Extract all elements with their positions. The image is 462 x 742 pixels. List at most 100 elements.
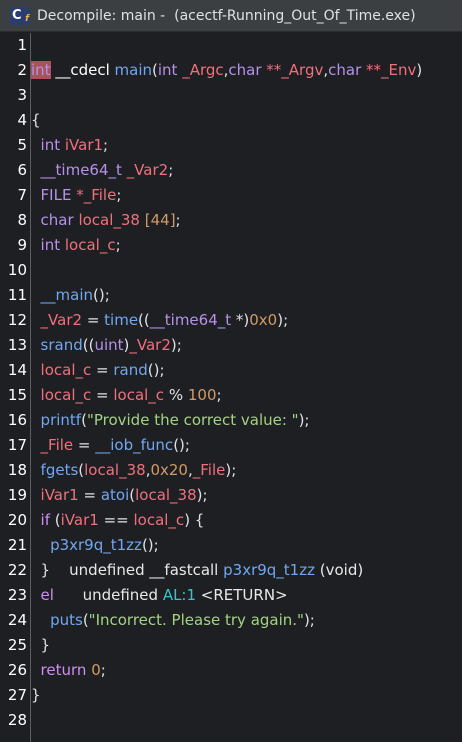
call-iob-func[interactable]: __iob_func: [95, 436, 173, 454]
var-local-c[interactable]: local_c: [41, 386, 92, 404]
var-var2[interactable]: _Var2: [41, 311, 83, 329]
param-type-char[interactable]: char: [328, 61, 361, 79]
line-number: 1: [17, 36, 27, 54]
var-var2[interactable]: _Var2: [129, 336, 171, 354]
keyword-if[interactable]: if: [41, 511, 50, 529]
var-ivar1[interactable]: iVar1: [41, 486, 79, 504]
var-local-c[interactable]: local_c: [133, 511, 184, 529]
var-file[interactable]: _File: [193, 461, 226, 479]
param-argc[interactable]: _Argc: [177, 61, 223, 79]
cast-type[interactable]: uint: [94, 336, 123, 354]
return-type-int[interactable]: int: [31, 61, 51, 79]
code-listing[interactable]: int __cdecl main(int _Argc,char **_Argv,…: [31, 33, 462, 742]
call-printf[interactable]: printf: [41, 411, 82, 429]
code-line-18[interactable]: fgets(local_38,0x20,_File);: [31, 458, 462, 483]
call-puts[interactable]: puts: [50, 611, 83, 629]
code-line-19[interactable]: iVar1 = atoi(local_38);: [31, 483, 462, 508]
assign-op: =: [91, 361, 114, 379]
semicolon: ;: [116, 186, 122, 204]
call-p3xr9q-t1zz[interactable]: p3xr9q_t1zz: [50, 536, 142, 554]
number-literal: 100: [187, 386, 217, 404]
semicolon: ;: [175, 211, 181, 229]
call-time[interactable]: time: [104, 311, 138, 329]
var-local-38[interactable]: local_38: [84, 461, 146, 479]
window-title: Decompile: main - (acectf-Running_Out_Of…: [37, 8, 416, 24]
line-number-list: 1 2 3 4 5 6 7 8 9 10 11 12 13 14 15 16 17 18 19 20 21 22 23 24 2…: [0, 33, 27, 733]
keyword-return[interactable]: return: [41, 661, 87, 679]
call-fgets[interactable]: fgets: [41, 461, 79, 479]
code-line-20[interactable]: if (iVar1 == local_c) {: [31, 508, 462, 533]
var-local-c[interactable]: local_c: [41, 361, 92, 379]
call-atoi[interactable]: atoi: [101, 486, 129, 504]
code-line-9[interactable]: int local_c;: [31, 233, 462, 258]
code-line-12[interactable]: _Var2 = time((__time64_t *)0x0);: [31, 308, 462, 333]
code-line-3[interactable]: [31, 83, 462, 108]
decl-type[interactable]: __time64_t: [41, 161, 122, 179]
call-rand[interactable]: rand: [113, 361, 147, 379]
var-local-c[interactable]: local_c: [113, 386, 164, 404]
decl-var-ivar1[interactable]: iVar1: [60, 136, 103, 154]
code-line-26[interactable]: return 0;: [31, 658, 462, 683]
function-name-main[interactable]: main: [115, 61, 152, 79]
code-line-15[interactable]: local_c = local_c % 100;: [31, 383, 462, 408]
tooltip-register: AL:1: [162, 586, 197, 604]
line-number: 21: [7, 536, 27, 554]
tooltip-return-label: <RETURN>: [196, 586, 288, 604]
line-number: 9: [17, 236, 27, 254]
code-line-24[interactable]: puts("Incorrect. Please try again.");: [31, 608, 462, 633]
cast-type[interactable]: __time64_t: [150, 311, 231, 329]
decl-type[interactable]: int: [41, 236, 61, 254]
param-argv[interactable]: **_Argv: [262, 61, 323, 79]
call-main[interactable]: __main: [41, 286, 93, 304]
var-ivar1[interactable]: iVar1: [61, 511, 99, 529]
line-number: 5: [17, 136, 27, 154]
brace-open: {: [31, 111, 41, 129]
decompiler-icon: Cf: [10, 7, 30, 25]
assign-op: =: [78, 486, 101, 504]
var-file[interactable]: _File: [41, 436, 74, 454]
code-line-25[interactable]: }: [31, 633, 462, 658]
code-line-14[interactable]: local_c = rand();: [31, 358, 462, 383]
decl-type[interactable]: int: [41, 136, 61, 154]
code-line-1[interactable]: [31, 33, 462, 58]
code-line-11[interactable]: __main();: [31, 283, 462, 308]
call-end: );: [170, 336, 182, 354]
code-line-5[interactable]: int iVar1;: [31, 133, 462, 158]
code-line-13[interactable]: srand((uint)_Var2);: [31, 333, 462, 358]
decl-type[interactable]: char: [41, 211, 74, 229]
code-line-23[interactable]: el undefined AL:1 <RETURN>: [31, 583, 462, 608]
string-literal: "Incorrect. Please try again.": [88, 611, 304, 629]
decl-var-local-38[interactable]: local_38: [74, 211, 145, 229]
line-number: 10: [7, 261, 27, 279]
decl-var-local-c[interactable]: local_c: [60, 236, 116, 254]
code-line-28[interactable]: [31, 708, 462, 733]
decl-var-file[interactable]: *_File: [71, 186, 116, 204]
code-line-7[interactable]: FILE *_File;: [31, 183, 462, 208]
code-line-6[interactable]: __time64_t _Var2;: [31, 158, 462, 183]
line-number: 18: [7, 461, 27, 479]
decl-var-var2[interactable]: _Var2: [122, 161, 169, 179]
call-srand[interactable]: srand: [41, 336, 83, 354]
param-env[interactable]: **_Env: [361, 61, 416, 79]
code-line-2[interactable]: int __cdecl main(int _Argc,char **_Argv,…: [31, 58, 462, 83]
keyword-else-partial[interactable]: el: [41, 586, 54, 604]
number-literal: 0x20: [150, 461, 188, 479]
param-type-char[interactable]: char: [228, 61, 261, 79]
line-number: 22: [7, 561, 27, 579]
semicolon: ;: [115, 236, 121, 254]
var-local-38[interactable]: local_38: [135, 486, 197, 504]
code-line-21[interactable]: p3xr9q_t1zz();: [31, 533, 462, 558]
decl-type[interactable]: FILE: [41, 186, 72, 204]
code-line-22[interactable]: } undefined __fastcall p3xr9q_t1zz (void…: [31, 558, 462, 583]
code-line-17[interactable]: _File = __iob_func();: [31, 433, 462, 458]
code-line-8[interactable]: char local_38 [44];: [31, 208, 462, 233]
assign-op: =: [91, 386, 114, 404]
code-line-27[interactable]: }: [31, 683, 462, 708]
paren-open: ((: [82, 336, 95, 354]
number-literal: 0: [86, 661, 101, 679]
call-end: );: [277, 311, 289, 329]
code-line-16[interactable]: printf("Provide the correct value: ");: [31, 408, 462, 433]
code-line-4[interactable]: {: [31, 108, 462, 133]
code-line-10[interactable]: [31, 258, 462, 283]
param-type-int[interactable]: int: [158, 61, 178, 79]
